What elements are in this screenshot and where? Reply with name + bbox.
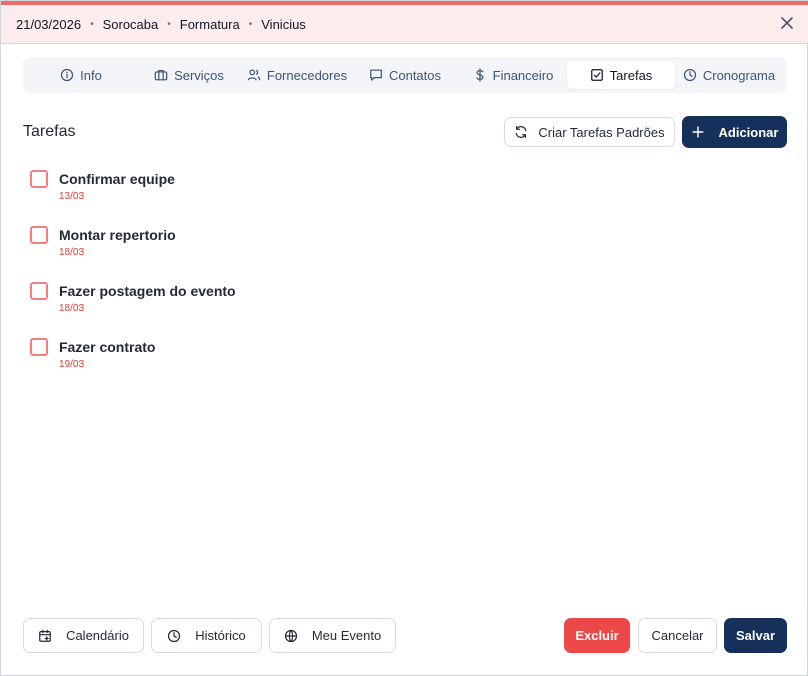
calendar-label: Calendário (66, 628, 129, 643)
task-due-date: 13/03 (59, 191, 85, 202)
globe-icon (284, 629, 297, 642)
task-checkbox[interactable] (30, 282, 48, 300)
event-modal: 21/03/2026 • Sorocaba • Formatura • Vini… (0, 0, 808, 676)
my-event-label: Meu Evento (311, 628, 382, 643)
page-title: Tarefas (23, 123, 76, 140)
task-title: Fazer contrato (59, 339, 156, 355)
history-button[interactable]: Histórico (151, 618, 262, 653)
header-separator: • (90, 18, 94, 30)
calendar-icon (39, 629, 51, 642)
clock-icon (683, 68, 696, 82)
task-checkbox[interactable] (30, 338, 48, 356)
save-label: Salvar (735, 628, 776, 643)
modal-header: 21/03/2026 • Sorocaba • Formatura • Vini… (1, 5, 808, 44)
delete-label: Excluir (575, 628, 619, 643)
chat-icon (370, 69, 382, 81)
tab-financeiro[interactable]: Financeiro (459, 61, 567, 89)
tab-label: Contatos (388, 67, 442, 83)
create-default-tasks-label: Criar Tarefas Padrões (538, 124, 665, 140)
tab-contatos[interactable]: Contatos (351, 61, 459, 89)
users-icon (247, 69, 261, 81)
plus-icon (692, 126, 704, 138)
header-separator: • (167, 18, 171, 30)
task-title: Fazer postagem do evento (59, 283, 236, 299)
tab-label: Tarefas (609, 67, 653, 83)
task-title: Montar repertorio (59, 227, 176, 243)
event-type: Formatura (179, 16, 240, 32)
tab-label: Financeiro (492, 67, 554, 83)
tab-fornecedores[interactable]: Fornecedores (243, 61, 351, 89)
dollar-icon (475, 68, 484, 82)
refresh-icon (515, 125, 527, 139)
task-title: Confirmar equipe (59, 171, 175, 187)
history-label: Histórico (195, 628, 246, 643)
tab-bar: Info Serviços Fornecedores Contatos Fina… (23, 57, 787, 93)
clock-icon (168, 629, 181, 642)
add-task-label: Adicionar (718, 124, 779, 140)
task-due-date: 19/03 (59, 359, 85, 370)
event-client: Vinicius (261, 16, 306, 32)
add-task-button[interactable]: Adicionar (682, 116, 787, 148)
tab-info[interactable]: Info (27, 61, 135, 89)
task-due-date: 18/03 (59, 303, 85, 314)
checkbox-icon (590, 69, 603, 81)
tab-tarefas[interactable]: Tarefas (567, 61, 675, 89)
save-button[interactable]: Salvar (724, 618, 787, 653)
tab-label: Serviços (174, 67, 224, 83)
task-due-date: 18/03 (59, 247, 85, 258)
delete-button[interactable]: Excluir (564, 618, 630, 653)
tab-label: Cronograma (702, 67, 776, 83)
briefcase-icon (154, 70, 168, 81)
event-city: Sorocaba (102, 16, 159, 32)
my-event-button[interactable]: Meu Evento (269, 618, 396, 653)
tab-label: Fornecedores (266, 67, 348, 83)
header-separator: • (248, 18, 253, 30)
tab-cronograma[interactable]: Cronograma (675, 61, 783, 89)
cancel-label: Cancelar (651, 628, 704, 643)
info-icon (61, 68, 74, 82)
event-date: 21/03/2026 (16, 16, 82, 32)
tab-servicos[interactable]: Serviços (135, 61, 243, 89)
cancel-button[interactable]: Cancelar (638, 618, 717, 653)
calendar-button[interactable]: Calendário (23, 618, 144, 653)
create-default-tasks-button[interactable]: Criar Tarefas Padrões (504, 117, 675, 147)
task-checkbox[interactable] (30, 226, 48, 244)
tab-label: Info (80, 67, 102, 83)
close-icon[interactable] (779, 15, 795, 31)
task-checkbox[interactable] (30, 170, 48, 188)
